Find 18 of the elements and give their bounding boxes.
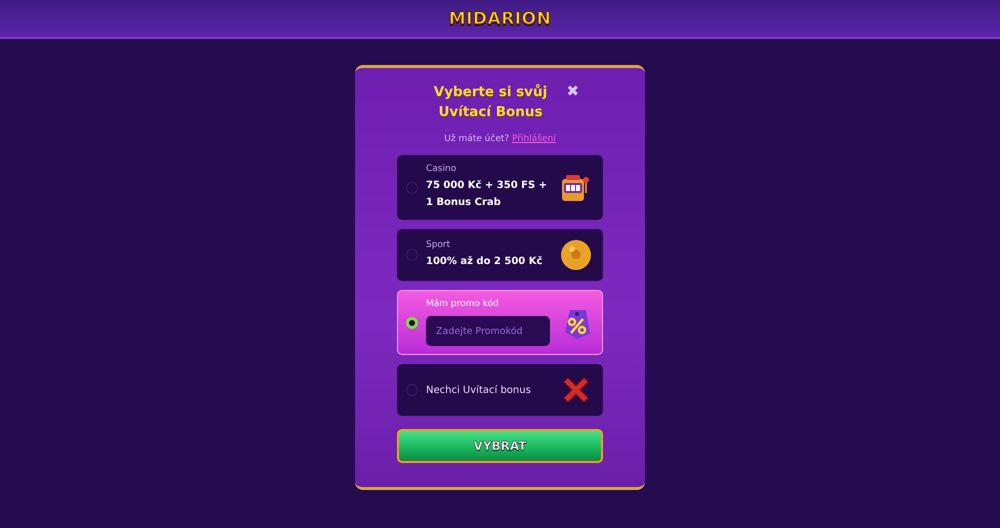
radio-button[interactable] (406, 182, 418, 194)
option-label: Mám promo kód (426, 299, 500, 309)
ball-icon (560, 239, 592, 271)
bonus-option[interactable]: Casino 75 000 Kč + 350 FS + 1 Bonus Crab (397, 155, 603, 220)
option-text: 75 000 Kč + 350 FS + 1 Bonus Crab (426, 179, 548, 210)
option-text: 100% až do 2 500 Kč (426, 255, 544, 269)
bonus-option[interactable]: Sport 100% až do 2 500 Kč (397, 229, 603, 281)
option-label: Casino (426, 164, 458, 174)
option-label: Sport (426, 240, 452, 250)
promo-code-field[interactable]: Zadejte Promokód (426, 316, 550, 346)
bonus-option[interactable]: Nechci Uvítací bonus (397, 364, 603, 416)
login-prompt: Už máte účet? Přihlášení (444, 134, 556, 144)
dialog-title: Vyberte si svůj Uvítací Bonus (432, 83, 548, 122)
option-text: Nechci Uvítací bonus (426, 384, 532, 396)
close-button[interactable]: ✖ (566, 82, 580, 102)
radio-button[interactable] (406, 249, 418, 261)
radio-button[interactable] (406, 384, 418, 396)
logo[interactable]: MIDARION (448, 8, 552, 28)
